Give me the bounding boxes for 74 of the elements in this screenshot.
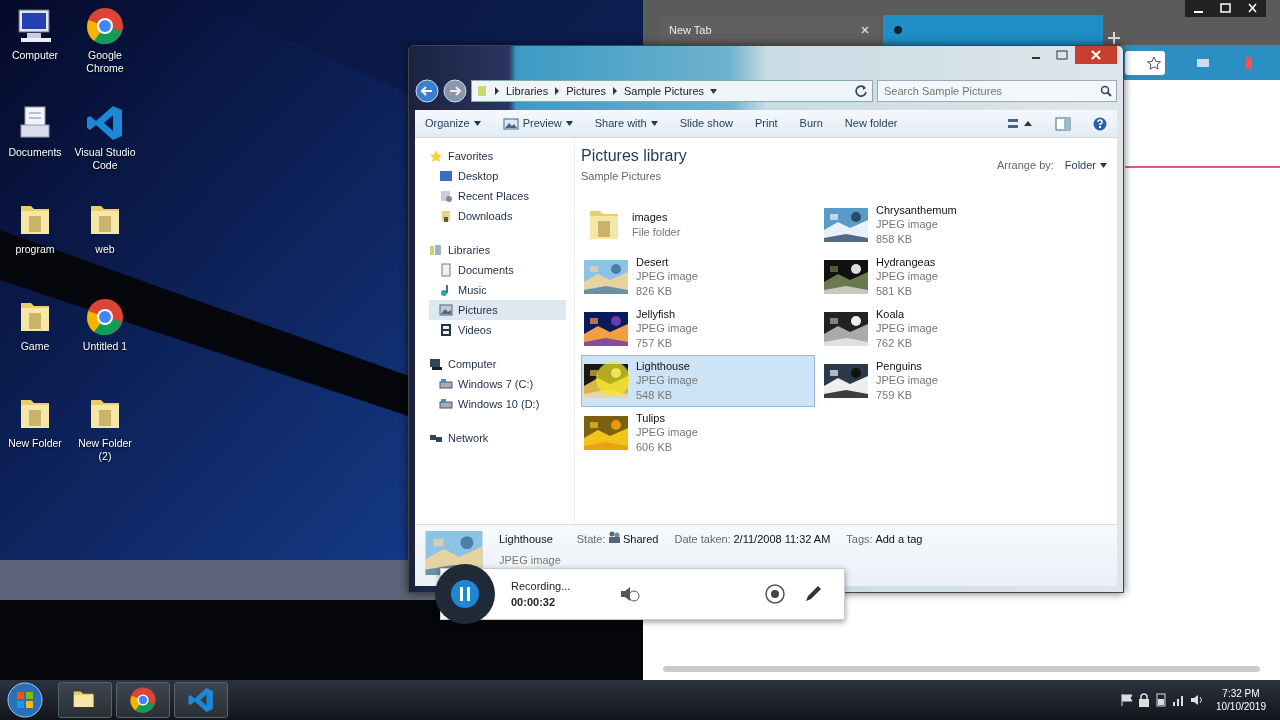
file-item[interactable]: Desert JPEG image 826 KB (581, 250, 815, 303)
view-icon[interactable] (1007, 116, 1033, 131)
file-item[interactable]: Jellyfish JPEG image 757 KB (581, 302, 815, 355)
taskbar-button[interactable] (57, 682, 112, 718)
file-type: JPEG image (636, 269, 698, 284)
browser-tab[interactable]: New Tab (659, 15, 879, 45)
file-type: JPEG image (876, 269, 938, 284)
chrome-icon (128, 686, 157, 714)
help-icon[interactable] (1093, 116, 1107, 131)
webcam-icon (764, 583, 786, 605)
scrollbar[interactable] (663, 666, 1260, 672)
volume-icon[interactable] (1189, 693, 1204, 707)
refresh-icon[interactable] (854, 84, 868, 98)
clock-date[interactable]: 10/10/2019 (1215, 700, 1266, 713)
file-size: 759 KB (876, 387, 914, 402)
file-name: Penguins (876, 359, 923, 374)
file-name: Chrysanthemum (876, 203, 957, 218)
file-item[interactable]: Tulips JPEG image 606 KB (581, 406, 815, 459)
file-size: 858 KB (876, 231, 914, 246)
file-name: Hydrangeas (876, 255, 937, 270)
webcam-button[interactable] (764, 583, 786, 605)
toolbar-button[interactable]: Burn (799, 115, 823, 132)
flag-icon[interactable] (1119, 693, 1134, 707)
file-name: Lighthouse (636, 359, 691, 374)
caret-icon (650, 121, 658, 126)
file-item[interactable]: Penguins JPEG image 759 KB (821, 354, 1055, 407)
tab-title: New Tab (669, 22, 712, 38)
star-icon[interactable] (1147, 55, 1161, 70)
signal-icon[interactable] (1171, 693, 1186, 707)
file-size: 826 KB (636, 283, 674, 298)
field-label: Tags: (846, 532, 873, 547)
clock-time[interactable]: 7:32 PM (1215, 687, 1266, 700)
search-icon (1100, 85, 1112, 97)
breadcrumb-item[interactable]: Sample Pictures (623, 82, 705, 100)
file-item[interactable]: Hydrangeas JPEG image 581 KB (821, 250, 1055, 303)
code-editor-icon (186, 686, 215, 714)
file-name: Koala (876, 307, 906, 322)
file-type: JPEG image (636, 321, 698, 336)
file-size: 762 KB (876, 335, 914, 350)
toolbar-button[interactable]: New folder (844, 115, 898, 132)
caret-icon[interactable] (710, 88, 718, 94)
file-size: 581 KB (876, 283, 914, 298)
file-item[interactable]: Chrysanthemum JPEG image 858 KB (821, 198, 1055, 251)
start-icon[interactable] (6, 681, 44, 719)
file-type: JPEG image (876, 321, 938, 336)
taskbar-button[interactable] (115, 682, 170, 718)
address-field[interactable] (1125, 50, 1165, 75)
new-tab-icon[interactable] (1107, 31, 1121, 45)
file-item[interactable]: Lighthouse JPEG image 548 KB (581, 354, 815, 407)
file-item[interactable]: images File folder (581, 198, 815, 251)
file-type: JPEG image (636, 373, 698, 388)
page-icon (893, 25, 903, 35)
field-value[interactable]: Add a tag (875, 531, 923, 548)
file-size: 606 KB (636, 439, 674, 454)
file-size: 548 KB (636, 387, 674, 402)
arrange-dropdown[interactable]: Folder (1064, 157, 1107, 174)
arrange-label: Arrange by: (996, 158, 1054, 174)
toolbar-button[interactable]: Print (754, 115, 778, 132)
file-type: JPEG image (876, 373, 938, 388)
file-type: File folder (632, 224, 681, 239)
battery-icon[interactable] (1153, 693, 1168, 707)
search-box[interactable]: Search Sample Pictures (877, 80, 1117, 102)
search-field[interactable]: Search Sample Pictures (882, 81, 1100, 101)
file-type: JPEG image (636, 425, 698, 440)
field-label: Date taken: (674, 532, 731, 547)
file-type: JPEG image (876, 217, 939, 232)
file-name: Desert (636, 255, 670, 270)
toolbar-button[interactable]: Slide show (679, 115, 733, 132)
file-name: Jellyfish (636, 307, 677, 322)
file-size: 757 KB (636, 335, 674, 350)
field-value: 2/11/2008 11:32 AM (733, 532, 831, 547)
caret-icon (1100, 163, 1107, 169)
lock-icon[interactable] (1137, 693, 1150, 707)
file-item[interactable]: Koala JPEG image 762 KB (821, 302, 1055, 355)
